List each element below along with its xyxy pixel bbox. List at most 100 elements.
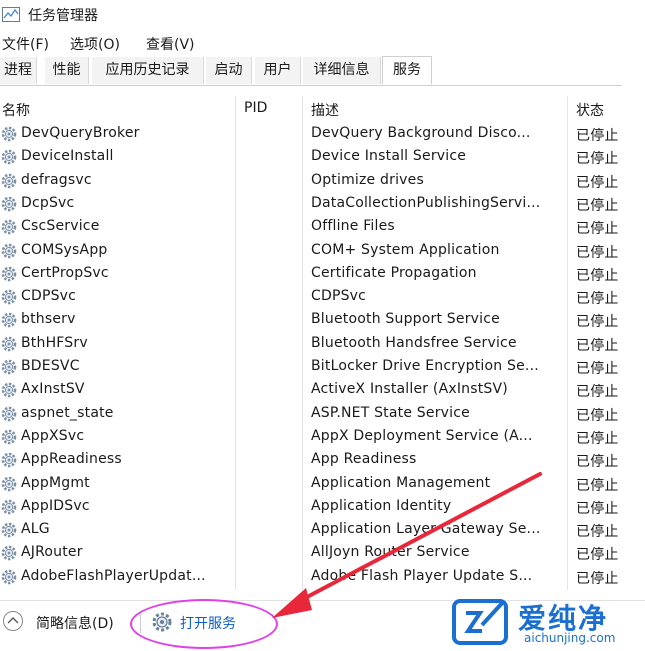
table-row[interactable]: CDPSvc CDPSvc 已停止	[0, 285, 622, 308]
service-description: Device Install Service	[311, 148, 467, 165]
service-name: AppMgmt	[21, 474, 90, 491]
tab-strip: 进程 性能 应用历史记录 启动 用户 详细信息 服务	[0, 56, 622, 86]
menu-view[interactable]: 查看(V)	[146, 34, 195, 54]
gear-icon	[1, 336, 17, 351]
service-status: 已停止	[576, 197, 619, 214]
brand-logo-icon	[452, 599, 508, 645]
chevron-up-icon	[7, 617, 19, 624]
service-status: 已停止	[576, 151, 619, 168]
column-name[interactable]: 名称	[2, 100, 30, 120]
service-description: Bluetooth Support Service	[311, 311, 500, 328]
table-row[interactable]: aspnet_state ASP.NET State Service 已停止	[0, 402, 622, 425]
table-row[interactable]: BthHFSrv Bluetooth Handsfree Service 已停止	[0, 332, 622, 355]
service-description: DevQuery Background Disco...	[311, 125, 531, 141]
service-name: aspnet_state	[21, 404, 114, 421]
tab-app-history[interactable]: 应用历史记录	[92, 57, 204, 84]
tab-performance[interactable]: 性能	[45, 57, 89, 84]
table-row[interactable]: DeviceInstall Device Install Service 已停止	[0, 145, 622, 168]
column-status[interactable]: 状态	[576, 100, 604, 120]
service-description: COM+ System Application	[311, 241, 500, 258]
service-name: CertPropSvc	[21, 264, 109, 281]
menu-file[interactable]: 文件(F)	[2, 34, 49, 54]
gear-icon	[1, 476, 17, 491]
tab-services[interactable]: 服务	[382, 56, 432, 85]
service-name: CDPSvc	[21, 288, 77, 305]
gear-icon	[1, 266, 17, 282]
table-row[interactable]: AxInstSV ActiveX Installer (AxInstSV) 已停止	[0, 378, 622, 401]
service-status: 已停止	[576, 384, 619, 401]
column-pid[interactable]: PID	[244, 100, 267, 116]
tab-users[interactable]: 用户	[255, 57, 301, 84]
table-row[interactable]: CertPropSvc Certificate Propagation 已停止	[0, 262, 622, 285]
column-description[interactable]: 描述	[311, 100, 339, 120]
service-status: 已停止	[576, 477, 619, 494]
watermark-logo: 爱纯净 aichunjing.com	[446, 595, 645, 651]
service-description: DataCollectionPublishingServi...	[311, 194, 541, 211]
service-name: BDESVC	[21, 358, 80, 374]
service-status: 已停止	[576, 361, 619, 377]
gear-icon	[1, 359, 17, 375]
service-description: Certificate Propagation	[311, 264, 477, 281]
gear-icon	[1, 126, 17, 142]
tab-startup[interactable]: 启动	[206, 57, 252, 84]
service-status: 已停止	[576, 128, 619, 144]
service-name: AppXSvc	[21, 427, 85, 444]
service-description: BitLocker Drive Encryption Se...	[311, 358, 539, 374]
table-row[interactable]: defragsvc Optimize drives 已停止	[0, 169, 622, 192]
tab-processes[interactable]: 进程	[0, 57, 37, 84]
table-row[interactable]: BDESVC BitLocker Drive Encryption Se... 已停…	[0, 355, 622, 378]
service-name: DevQueryBroker	[21, 125, 140, 141]
service-description: AppX Deployment Service (A...	[311, 427, 533, 444]
gear-icon	[1, 569, 17, 584]
table-row[interactable]: AppReadiness App Readiness 已停止	[0, 448, 622, 471]
table-row[interactable]: COMSysApp COM+ System Application 已停止	[0, 239, 622, 262]
service-name: BthHFSrv	[21, 334, 88, 351]
service-status: 已停止	[576, 570, 619, 587]
watermark-brand-url: aichunjing.com	[524, 631, 616, 645]
service-name: AdobeFlashPlayerUpdat...	[21, 567, 206, 584]
service-status: 已停止	[576, 314, 619, 331]
menu-options[interactable]: 选项(O)	[70, 34, 120, 54]
service-name: AppIDSvc	[21, 497, 90, 514]
table-row[interactable]: CscService Offline Files 已停止	[0, 215, 622, 238]
service-name: CscService	[21, 218, 100, 235]
service-name: COMSysApp	[21, 241, 108, 258]
tab-details[interactable]: 详细信息	[303, 57, 381, 84]
service-description: ActiveX Installer (AxInstSV)	[311, 381, 508, 398]
service-description: CDPSvc	[311, 288, 367, 305]
service-status: 已停止	[576, 221, 619, 238]
service-status: 已停止	[576, 430, 619, 447]
table-row[interactable]: DevQueryBroker DevQuery Background Disco.…	[0, 122, 622, 145]
table-row[interactable]: AppXSvc AppX Deployment Service (A... 已停止	[0, 425, 622, 448]
service-name: AxInstSV	[21, 381, 85, 398]
task-manager-icon	[2, 7, 20, 22]
service-name: DeviceInstall	[21, 148, 114, 165]
gear-icon	[1, 149, 17, 165]
service-name: AppReadiness	[21, 451, 122, 468]
service-description: Bluetooth Handsfree Service	[311, 334, 517, 351]
service-status: 已停止	[576, 244, 619, 261]
gear-icon	[1, 196, 17, 212]
table-row[interactable]: bthserv Bluetooth Support Service 已停止	[0, 308, 622, 331]
gear-icon	[1, 382, 17, 398]
gear-icon	[1, 522, 17, 538]
service-status: 已停止	[576, 174, 619, 191]
gear-icon	[1, 499, 17, 515]
brief-info-link[interactable]: 简略信息(D)	[36, 613, 114, 633]
service-status: 已停止	[576, 407, 619, 424]
gear-icon	[1, 406, 17, 421]
gear-icon	[1, 219, 17, 235]
title-bar: 任务管理器	[0, 0, 645, 30]
service-status: 已停止	[576, 524, 619, 541]
service-name: DcpSvc	[21, 194, 75, 211]
gear-icon	[1, 173, 17, 188]
service-status: 已停止	[576, 337, 619, 354]
collapse-button[interactable]	[3, 611, 23, 631]
service-name: ALG	[21, 521, 50, 538]
service-name: defragsvc	[21, 171, 92, 188]
table-row[interactable]: DcpSvc DataCollectionPublishingServi... 已停…	[0, 192, 622, 215]
column-header: 名称 PID 描述 状态	[0, 96, 622, 122]
service-status: 已停止	[576, 500, 619, 517]
service-description: Offline Files	[311, 218, 395, 235]
window-title: 任务管理器	[28, 8, 98, 24]
